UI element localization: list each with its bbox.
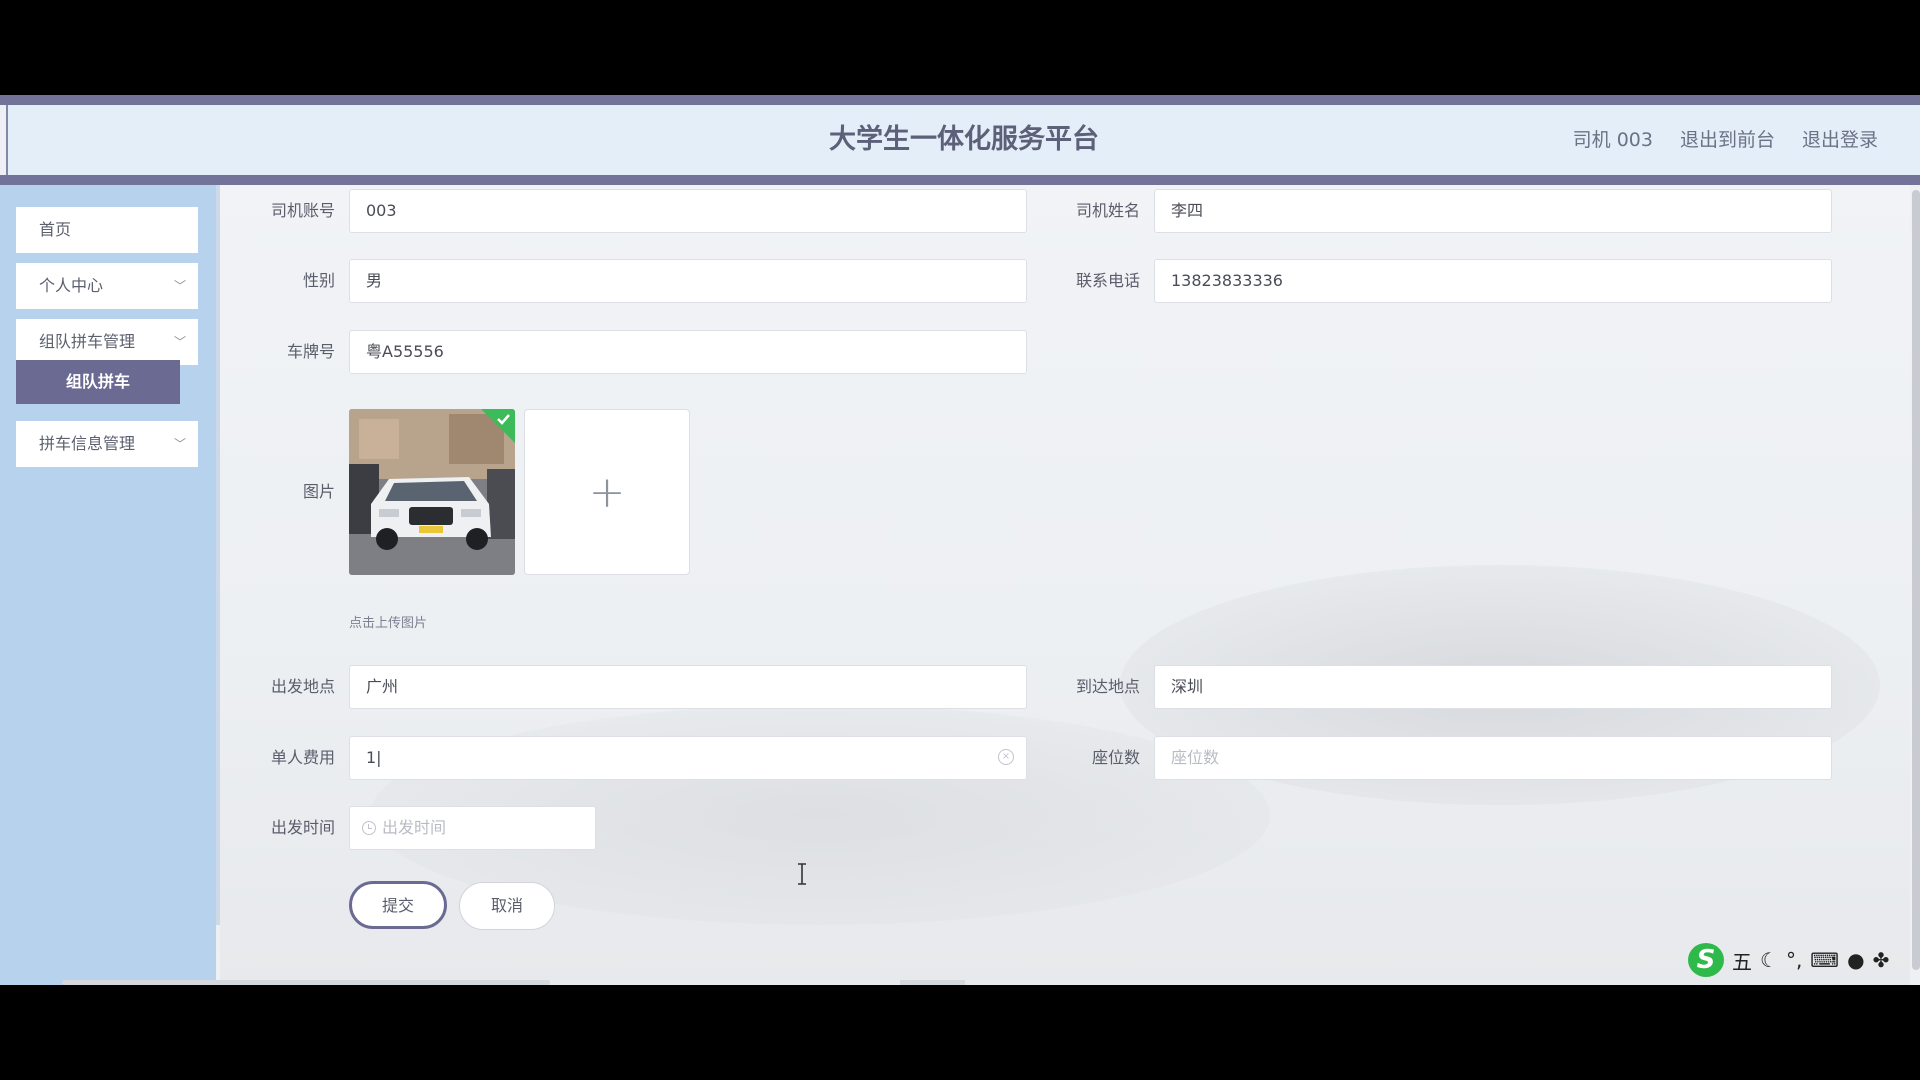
clear-icon[interactable]: × <box>998 749 1014 765</box>
fee-value: 1| <box>366 748 382 767</box>
sidebar-item-home[interactable]: 首页 <box>16 207 198 253</box>
cancel-button[interactable]: 取消 <box>459 882 555 930</box>
sogou-ime-icon[interactable]: S <box>1688 943 1724 977</box>
sidebar: 首页 个人中心 ﹀ 组队拼车管理 ﹀ 组队拼车 拼车信息管理 ﹀ <box>0 185 216 985</box>
arrive-place-field[interactable]: 深圳 <box>1154 665 1832 709</box>
submit-button[interactable]: 提交 <box>349 881 447 929</box>
phone-field[interactable]: 13823833336 <box>1154 259 1832 303</box>
horizontal-scrollbar-segment <box>900 980 965 985</box>
ime-mode[interactable]: 五 <box>1732 946 1752 975</box>
driver-name-field[interactable]: 李四 <box>1154 189 1832 233</box>
current-user: 司机 003 <box>1572 129 1653 151</box>
text-cursor-icon <box>798 863 806 885</box>
chevron-down-icon: ﹀ <box>173 279 186 293</box>
ime-toolbar: S 五 ☾ °, ⌨ ● ✤ <box>1688 940 1889 980</box>
upload-hint: 点击上传图片 <box>349 616 428 631</box>
image-upload-button[interactable]: + <box>524 409 690 575</box>
sidebar-item-carpool-team-management[interactable]: 组队拼车管理 ﹀ <box>16 319 198 365</box>
phone-label: 联系电话 <box>1075 271 1140 290</box>
header: 大学生一体化服务平台 司机 003 退出到前台 退出登录 <box>6 105 1920 175</box>
punctuation-icon[interactable]: °, <box>1786 948 1802 972</box>
sidebar-item-label: 首页 <box>39 220 72 239</box>
plus-icon: + <box>588 467 626 518</box>
seats-label: 座位数 <box>1091 748 1140 767</box>
exit-to-front-link[interactable]: 退出到前台 <box>1680 105 1775 175</box>
driver-account-field[interactable]: 003 <box>349 189 1027 233</box>
car-thumbnail[interactable] <box>349 409 515 575</box>
app-screen: 大学生一体化服务平台 司机 003 退出到前台 退出登录 首页 个人中心 ﹀ 组… <box>0 95 1920 985</box>
chevron-down-icon: ﹀ <box>173 437 186 451</box>
depart-time-placeholder: 出发时间 <box>382 818 447 837</box>
header-bottom-strip <box>0 175 1920 185</box>
fee-label: 单人费用 <box>270 748 335 767</box>
sidebar-item-label: 个人中心 <box>39 276 104 295</box>
keyboard-icon[interactable]: ⌨ <box>1810 948 1839 972</box>
chevron-down-icon: ﹀ <box>173 335 186 349</box>
horizontal-scrollbar[interactable] <box>62 980 550 985</box>
apps-icon[interactable]: ✤ <box>1873 948 1890 972</box>
sidebar-subitem-carpool-team[interactable]: 组队拼车 <box>16 360 180 404</box>
gender-field[interactable]: 男 <box>349 259 1027 303</box>
clock-icon <box>362 821 376 835</box>
plate-field[interactable]: 粤A55556 <box>349 330 1027 374</box>
sidebar-item-carpool-info-management[interactable]: 拼车信息管理 ﹀ <box>16 421 198 467</box>
gender-label: 性别 <box>302 271 335 290</box>
moon-icon[interactable]: ☾ <box>1760 948 1778 972</box>
depart-time-picker[interactable]: 出发时间 <box>349 806 596 850</box>
fee-field[interactable]: 1| × <box>349 736 1027 780</box>
logout-link[interactable]: 退出登录 <box>1802 105 1878 175</box>
sidebar-item-label: 组队拼车管理 <box>39 332 136 351</box>
sidebar-item-label: 拼车信息管理 <box>39 434 136 453</box>
seats-field[interactable]: 座位数 <box>1154 736 1832 780</box>
plate-label: 车牌号 <box>286 342 335 361</box>
sidebar-item-personal-center[interactable]: 个人中心 ﹀ <box>16 263 198 309</box>
user-icon[interactable]: ● <box>1847 948 1864 972</box>
header-actions: 司机 003 退出到前台 退出登录 <box>1573 105 1878 175</box>
arrive-place-label: 到达地点 <box>1075 677 1140 696</box>
upload-success-icon <box>481 409 515 443</box>
driver-name-label: 司机姓名 <box>1075 201 1140 220</box>
driver-account-label: 司机账号 <box>270 201 335 220</box>
depart-place-field[interactable]: 广州 <box>349 665 1027 709</box>
top-strip <box>0 95 1920 105</box>
depart-time-label: 出发时间 <box>270 818 335 837</box>
image-label: 图片 <box>302 482 335 501</box>
depart-place-label: 出发地点 <box>270 677 335 696</box>
vertical-scrollbar[interactable] <box>1912 190 1920 970</box>
main-form-area: 司机账号 003 司机姓名 李四 性别 男 联系电话 13823833336 车… <box>220 185 1910 985</box>
